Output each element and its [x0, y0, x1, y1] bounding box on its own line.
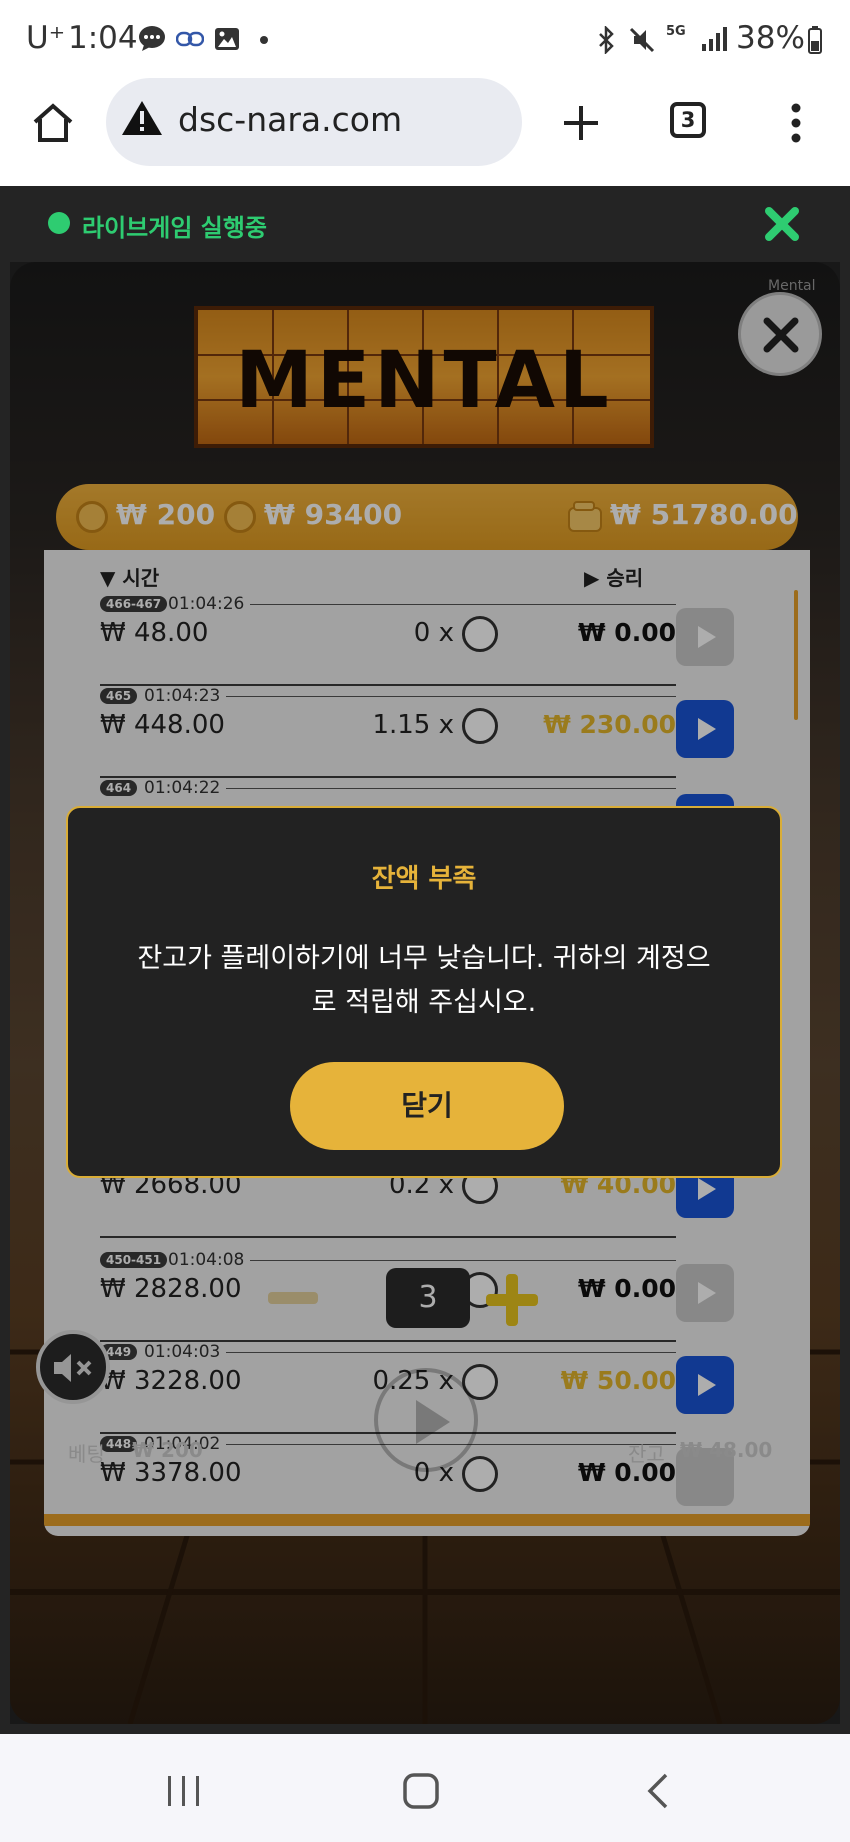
- clock: 1:04: [68, 20, 138, 56]
- close-x-icon[interactable]: [764, 206, 800, 242]
- carrier-label: U⁺: [26, 20, 66, 56]
- live-dot-icon: [48, 212, 70, 234]
- back-nav-icon[interactable]: [646, 1772, 670, 1810]
- tabs-icon[interactable]: 3: [670, 102, 706, 138]
- battery-icon: [808, 26, 822, 54]
- dialog-title: 잔액 부족: [371, 864, 477, 894]
- system-nav-bar: [0, 1734, 850, 1842]
- battery-percent: 38%: [736, 20, 805, 56]
- home-icon[interactable]: [30, 100, 76, 146]
- home-nav-icon[interactable]: [402, 1772, 440, 1810]
- live-status-text: 라이브게임 실행중: [82, 214, 267, 242]
- signal-icon: [700, 26, 728, 52]
- insufficient-balance-dialog: 잔액 부족 잔고가 플레이하기에 너무 낮습니다. 귀하의 계정으 로 적립해 …: [66, 806, 782, 1178]
- bluetooth-icon: [596, 24, 618, 56]
- url-text: dsc-nara.com: [178, 100, 403, 139]
- plus-icon[interactable]: [558, 100, 604, 146]
- close-dialog-button[interactable]: 닫기: [290, 1062, 564, 1150]
- network-type: 5G: [666, 24, 686, 39]
- link-icon: [175, 31, 205, 47]
- chat-bubble-icon: [138, 25, 166, 51]
- tab-count: 3: [680, 108, 696, 132]
- dialog-message-line2: 로 적립해 주십시오.: [311, 987, 537, 1018]
- dialog-message-line1: 잔고가 플레이하기에 너무 낮습니다. 귀하의 계정으: [137, 943, 711, 974]
- notification-dot: [260, 36, 268, 44]
- gallery-icon: [214, 27, 240, 51]
- browser-toolbar: dsc-nara.com 3: [0, 76, 850, 186]
- address-bar[interactable]: dsc-nara.com: [106, 78, 522, 166]
- menu-icon[interactable]: [790, 100, 802, 146]
- mute-icon: [628, 26, 656, 54]
- warning-icon[interactable]: [120, 98, 164, 138]
- status-bar: U⁺ 1:04 5G 38%: [0, 0, 850, 76]
- recents-nav-icon[interactable]: [166, 1774, 202, 1808]
